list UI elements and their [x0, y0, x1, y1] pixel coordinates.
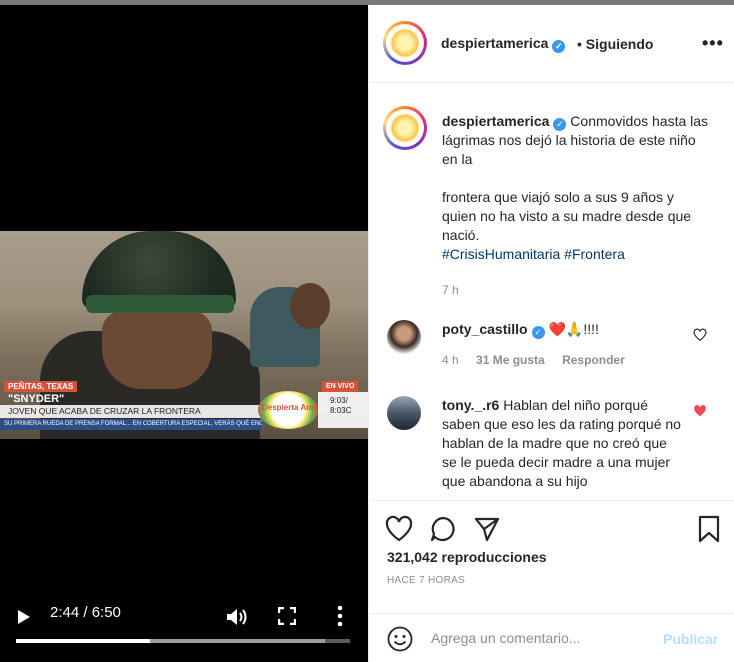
more-vertical-icon[interactable] — [330, 605, 350, 627]
comment-body: poty_castillo ✓ ❤️🙏!!!! — [442, 320, 682, 339]
tv-ticker: SU PRIMERA RUEDA DE PRENSA FORMAL... EN … — [0, 419, 262, 430]
comment-username[interactable]: tony._.r6 — [442, 397, 499, 413]
video-controls: 2:44 / 6:50 — [0, 593, 368, 662]
caption-text-2: frontera que viajó solo a sus 9 años y q… — [442, 189, 692, 243]
heart-icon[interactable] — [693, 328, 707, 342]
caption-avatar-ring — [386, 109, 424, 147]
verified-icon: ✓ — [553, 118, 567, 131]
share-icon[interactable] — [473, 515, 501, 543]
scene-hat-band — [86, 295, 234, 313]
tv-headline: JOVEN QUE ACABA DE CRUZAR LA FRONTERA — [0, 405, 262, 418]
caption-username[interactable]: despiertamerica — [442, 113, 549, 129]
post-age: HACE 7 HORAS — [387, 575, 466, 586]
caption-time: 7 h — [442, 283, 459, 297]
seek-bar[interactable] — [16, 639, 350, 643]
bookmark-icon[interactable] — [695, 515, 723, 543]
post-panel: despiertamerica ✓ • Siguiendo ••• despier… — [368, 5, 734, 662]
reply-button[interactable]: Responder — [562, 353, 625, 367]
post-actions: 321,042 reproducciones HACE 7 HORAS — [369, 500, 734, 610]
hashtag-link[interactable]: #Frontera — [564, 246, 625, 262]
header-username-wrap: despiertamerica ✓ — [441, 35, 566, 53]
comment-input[interactable] — [431, 627, 651, 649]
comment-avatar[interactable] — [387, 320, 421, 354]
emoji-icon[interactable] — [387, 626, 413, 652]
volume-icon[interactable] — [226, 607, 248, 627]
comments-list[interactable]: despiertamerica ✓ Conmovidos hasta las lá… — [369, 84, 734, 500]
more-options-icon[interactable]: ••• — [702, 34, 724, 52]
verified-icon: ✓ — [531, 326, 545, 339]
following-button[interactable]: Siguiendo — [586, 36, 654, 52]
add-comment-bar: Publicar — [369, 613, 734, 662]
comment-likes[interactable]: 31 Me gusta — [476, 353, 545, 367]
heart-icon[interactable] — [385, 515, 413, 543]
tv-clock-et: 9:03/ — [330, 396, 348, 405]
despierta-logo-icon — [390, 28, 420, 58]
comment-avatar[interactable] — [387, 396, 421, 430]
view-count[interactable]: 321,042 reproducciones — [387, 549, 547, 565]
comment-username[interactable]: poty_castillo — [442, 321, 528, 337]
tv-lower-third: PEÑITAS, TEXAS EN VIVO "SNYDER" JOVEN QU… — [0, 381, 368, 439]
tv-clock-ct: 8:03C — [330, 406, 352, 415]
tv-live-badge: EN VIVO — [322, 381, 359, 392]
comment-body: tony._.r6 Hablan del niño porqué saben q… — [442, 396, 682, 491]
tv-name-label: "SNYDER" — [8, 393, 65, 405]
heart-filled-icon[interactable] — [693, 404, 707, 418]
comment-time: 4 h — [442, 353, 459, 367]
follow-status[interactable]: • Siguiendo — [577, 36, 653, 52]
hashtag-link[interactable]: #CrisisHumanitaria — [442, 246, 560, 262]
play-icon[interactable] — [16, 609, 32, 625]
fullscreen-icon[interactable] — [278, 607, 296, 625]
seek-played — [16, 639, 150, 643]
video-frame[interactable]: PEÑITAS, TEXAS EN VIVO "SNYDER" JOVEN QU… — [0, 231, 368, 439]
video-player[interactable]: PEÑITAS, TEXAS EN VIVO "SNYDER" JOVEN QU… — [0, 5, 368, 662]
post-header: despiertamerica ✓ • Siguiendo ••• — [369, 5, 734, 83]
publish-button[interactable]: Publicar — [663, 631, 718, 647]
comment-text: ❤️🙏!!!! — [548, 321, 599, 337]
caption-avatar[interactable] — [383, 106, 427, 150]
post-caption: despiertamerica ✓ Conmovidos hasta las lá… — [442, 112, 712, 264]
comment-icon[interactable] — [429, 515, 457, 543]
header-avatar-ring — [386, 24, 424, 62]
header-avatar[interactable] — [383, 21, 427, 65]
instagram-post-modal: PEÑITAS, TEXAS EN VIVO "SNYDER" JOVEN QU… — [0, 0, 734, 662]
verified-icon: ✓ — [552, 40, 566, 53]
header-separator: • — [577, 36, 582, 52]
header-username[interactable]: despiertamerica — [441, 35, 548, 51]
comment-meta: 4 h 31 Me gusta Responder — [442, 353, 625, 367]
scene-background-man-head — [290, 283, 330, 329]
scene-boy-face — [102, 311, 212, 389]
tv-location-label: PEÑITAS, TEXAS — [4, 381, 78, 392]
tv-clock: 9:03/ 8:03C — [330, 396, 351, 416]
video-time: 2:44 / 6:50 — [50, 604, 121, 621]
despierta-logo-icon — [390, 113, 420, 143]
